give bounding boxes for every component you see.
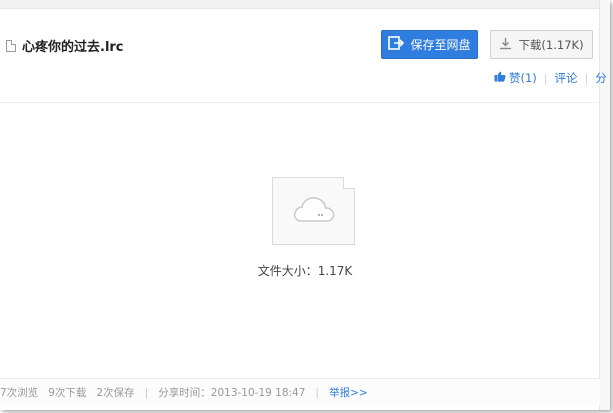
comment-link[interactable]: 评论 (555, 70, 578, 86)
action-separator: | (584, 71, 589, 85)
download-count: 9次下载 (48, 386, 87, 399)
download-button[interactable]: 下载(1.17K) (490, 30, 593, 59)
share-link[interactable]: 分 (595, 70, 607, 86)
save-to-cloud-icon (388, 36, 405, 53)
report-link[interactable]: 举报>> (329, 385, 368, 400)
file-icon (6, 39, 16, 52)
file-share-panel: 心疼你的过去.lrc 保存至网盘 下载(1.17K) 赞(1) | 评论 | 分… (0, 0, 610, 410)
save-count: 2次保存 (96, 386, 135, 399)
footer-separator: | (144, 385, 149, 399)
thumbs-up-icon (494, 71, 506, 85)
file-stats-footer: 7次浏览 9次下载 2次保存 | 分享时间：2013-10-19 18:47 |… (0, 378, 600, 405)
save-button-label: 保存至网盘 (410, 38, 471, 52)
file-name: 心疼你的过去.lrc (22, 40, 124, 55)
file-preview (272, 177, 355, 245)
action-separator: | (543, 71, 548, 85)
like-action[interactable]: 赞(1) (494, 70, 537, 86)
header-divider (0, 102, 600, 103)
file-size: 文件大小：1.17K (257, 264, 353, 278)
download-icon (499, 37, 512, 53)
view-count: 7次浏览 (0, 386, 39, 399)
top-strip (0, 0, 600, 9)
file-title: 心疼你的过去.lrc (6, 36, 124, 55)
file-actions: 赞(1) | 评论 | 分 (494, 70, 607, 86)
right-scroll-edge[interactable] (599, 0, 610, 410)
share-time: 分享时间：2013-10-19 18:47 (158, 386, 306, 399)
footer-separator: | (315, 385, 320, 399)
save-to-netdisk-button[interactable]: 保存至网盘 (381, 30, 478, 59)
download-button-label: 下载(1.17K) (518, 37, 584, 52)
preview-page-corner (343, 177, 355, 189)
like-label: 赞(1) (509, 71, 537, 85)
cloud-icon (290, 194, 338, 228)
